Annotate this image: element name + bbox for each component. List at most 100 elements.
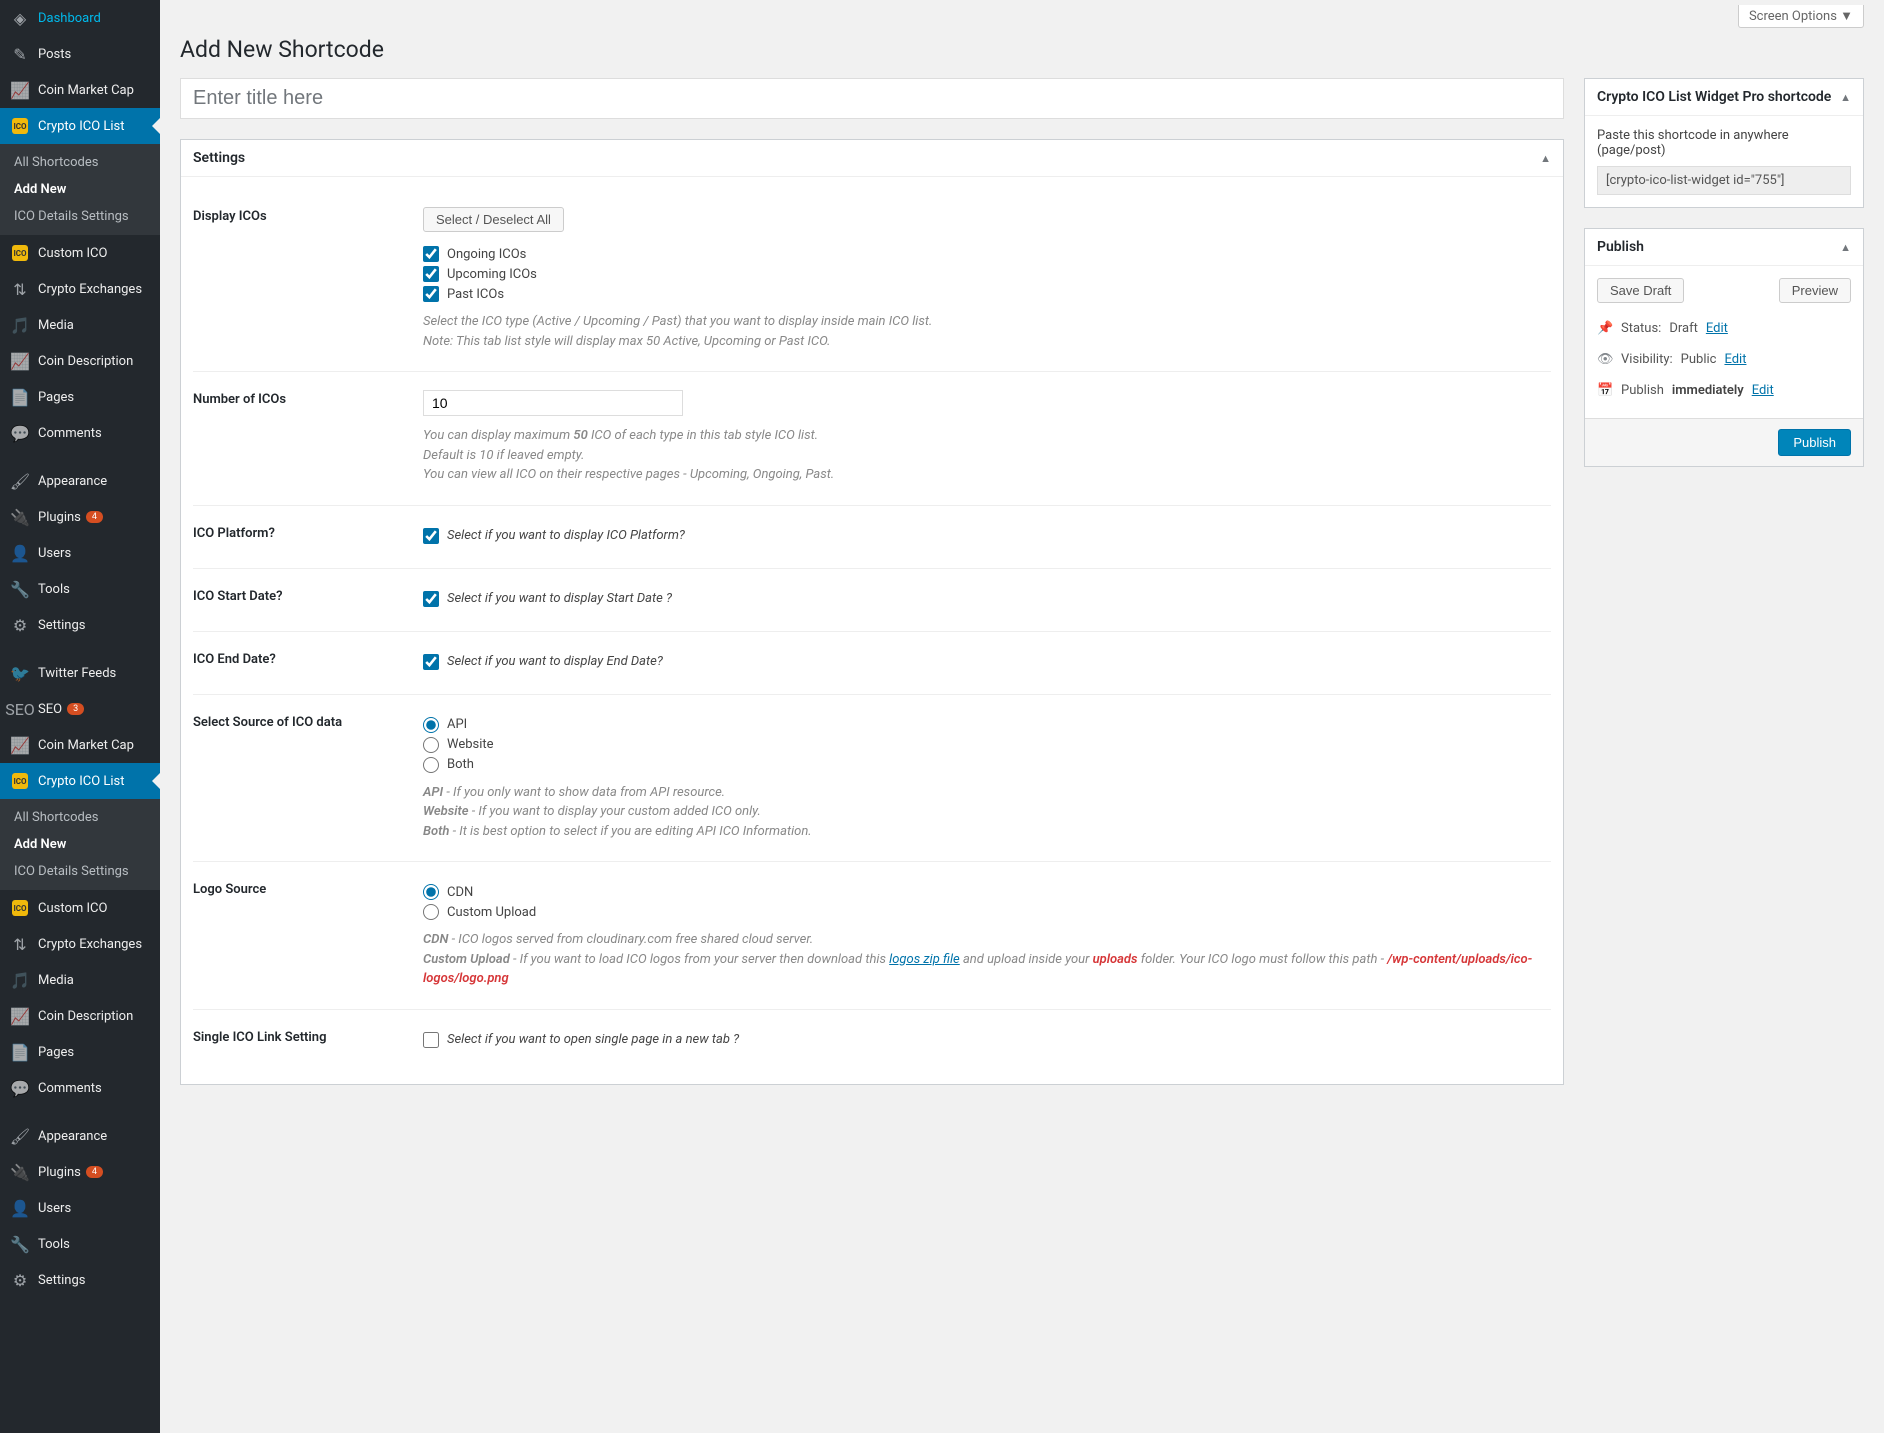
publish-label: Publish — [1621, 383, 1664, 398]
sidebar-subitem-ico-details-settings[interactable]: ICO Details Settings — [0, 858, 160, 885]
visibility-value: Public — [1681, 352, 1717, 367]
ico-end-date-checkbox[interactable] — [423, 654, 439, 670]
sidebar-item-users[interactable]: 👤Users — [0, 1190, 160, 1226]
sidebar-item-comments[interactable]: 💬Comments — [0, 1070, 160, 1106]
select-deselect-all-button[interactable]: Select / Deselect All — [423, 207, 564, 232]
publish-box-title: Publish — [1597, 239, 1644, 255]
sidebar-item-twitter-feeds[interactable]: 🐦Twitter Feeds — [0, 655, 160, 691]
radio-label[interactable]: API — [447, 717, 467, 732]
sidebar-item-crypto-exchanges[interactable]: ⇅Crypto Exchanges — [0, 271, 160, 307]
shortcode-display[interactable]: [crypto-ico-list-widget id="755"] — [1597, 166, 1851, 195]
sidebar-subitem-all-shortcodes[interactable]: All Shortcodes — [0, 804, 160, 831]
collapse-icon[interactable]: ▲ — [1540, 152, 1551, 165]
checkbox-hint[interactable]: Select if you want to display End Date? — [447, 654, 663, 669]
save-draft-button[interactable]: Save Draft — [1597, 278, 1684, 303]
upcoming-icos-checkbox[interactable] — [423, 266, 439, 282]
publish-button[interactable]: Publish — [1778, 429, 1851, 456]
checkbox-label[interactable]: Upcoming ICOs — [447, 267, 537, 282]
sidebar-item-media[interactable]: 🎵Media — [0, 307, 160, 343]
edit-visibility-link[interactable]: Edit — [1724, 352, 1746, 367]
radio-label[interactable]: Website — [447, 737, 494, 752]
sidebar-item-label: Settings — [38, 1273, 85, 1288]
page-icon: 📄 — [10, 387, 30, 407]
sidebar-item-label: Posts — [38, 47, 71, 62]
sidebar-item-coin-market-cap[interactable]: 📈Coin Market Cap — [0, 72, 160, 108]
sidebar-item-pages[interactable]: 📄Pages — [0, 379, 160, 415]
sidebar-item-coin-description[interactable]: 📈Coin Description — [0, 343, 160, 379]
sidebar-item-settings[interactable]: ⚙Settings — [0, 1262, 160, 1298]
sidebar-subitem-add-new[interactable]: Add New — [0, 176, 160, 203]
plugin-icon: 🔌 — [10, 507, 30, 527]
sidebar-item-comments[interactable]: 💬Comments — [0, 415, 160, 451]
sidebar-item-settings[interactable]: ⚙Settings — [0, 607, 160, 643]
sidebar-subitem-add-new[interactable]: Add New — [0, 831, 160, 858]
sidebar-item-label: Media — [38, 318, 74, 333]
sidebar-item-label: Dashboard — [38, 11, 101, 26]
sidebar-item-label: Users — [38, 1201, 71, 1216]
edit-status-link[interactable]: Edit — [1706, 321, 1728, 336]
logo-custom-upload-radio[interactable] — [423, 904, 439, 920]
logos-zip-link[interactable]: logos zip file — [889, 952, 960, 967]
ongoing-icos-checkbox[interactable] — [423, 246, 439, 262]
single-ico-link-checkbox[interactable] — [423, 1032, 439, 1048]
past-icos-checkbox[interactable] — [423, 286, 439, 302]
sidebar-item-tools[interactable]: 🔧Tools — [0, 1226, 160, 1262]
sidebar-subitem-ico-details-settings[interactable]: ICO Details Settings — [0, 203, 160, 230]
sidebar-item-plugins[interactable]: 🔌Plugins4 — [0, 499, 160, 535]
checkbox-hint[interactable]: Select if you want to display Start Date… — [447, 591, 672, 606]
collapse-icon[interactable]: ▲ — [1840, 241, 1851, 254]
collapse-icon[interactable]: ▲ — [1840, 91, 1851, 104]
status-value: Draft — [1669, 321, 1698, 336]
sidebar-item-posts[interactable]: ✎ Posts — [0, 36, 160, 72]
page-icon: 📄 — [10, 1042, 30, 1062]
number-of-icos-input[interactable] — [423, 390, 683, 416]
sidebar-item-appearance[interactable]: 🖌Appearance — [0, 463, 160, 499]
sidebar-item-dashboard[interactable]: ◈Dashboard — [0, 0, 160, 36]
checkbox-label[interactable]: Past ICOs — [447, 287, 504, 302]
ico-start-date-checkbox[interactable] — [423, 591, 439, 607]
ico-icon: ICO — [10, 243, 30, 263]
edit-publish-link[interactable]: Edit — [1752, 383, 1774, 398]
sidebar-item-users[interactable]: 👤Users — [0, 535, 160, 571]
source-both-radio[interactable] — [423, 757, 439, 773]
checkbox-label[interactable]: Ongoing ICOs — [447, 247, 526, 262]
sidebar-item-coin-market-cap[interactable]: 📈Coin Market Cap — [0, 727, 160, 763]
sidebar-item-tools[interactable]: 🔧Tools — [0, 571, 160, 607]
help-text: Select the ICO type (Active / Upcoming /… — [423, 312, 1551, 351]
radio-label[interactable]: CDN — [447, 885, 473, 900]
sidebar-item-seo[interactable]: SEOSEO3 — [0, 691, 160, 727]
sidebar-item-coin-description[interactable]: 📈Coin Description — [0, 998, 160, 1034]
sidebar-item-label: Coin Description — [38, 1009, 133, 1024]
sidebar-item-crypto-ico-list[interactable]: ICO Crypto ICO List — [0, 108, 160, 144]
visibility-label: Visibility: — [1621, 352, 1673, 367]
sidebar-item-pages[interactable]: 📄Pages — [0, 1034, 160, 1070]
source-website-radio[interactable] — [423, 737, 439, 753]
visibility-icon: 👁 — [1597, 352, 1613, 367]
radio-label[interactable]: Both — [447, 757, 474, 772]
field-label: Single ICO Link Setting — [193, 1009, 423, 1072]
sidebar-item-label: Crypto Exchanges — [38, 282, 142, 297]
sidebar-item-plugins[interactable]: 🔌Plugins4 — [0, 1154, 160, 1190]
help-text: You can display maximum 50 ICO of each t… — [423, 426, 1551, 485]
sidebar-item-custom-ico[interactable]: ICOCustom ICO — [0, 890, 160, 926]
ico-icon: ICO — [10, 771, 30, 791]
posts-icon: ✎ — [10, 44, 30, 64]
tools-icon: 🔧 — [10, 1234, 30, 1254]
sidebar-item-custom-ico[interactable]: ICOCustom ICO — [0, 235, 160, 271]
sidebar-subitem-all-shortcodes[interactable]: All Shortcodes — [0, 149, 160, 176]
radio-label[interactable]: Custom Upload — [447, 905, 536, 920]
source-api-radio[interactable] — [423, 717, 439, 733]
sidebar-item-label: Crypto Exchanges — [38, 937, 142, 952]
sidebar-item-media[interactable]: 🎵Media — [0, 962, 160, 998]
ico-platform-checkbox[interactable] — [423, 528, 439, 544]
sidebar-item-crypto-ico-list[interactable]: ICO Crypto ICO List — [0, 763, 160, 799]
title-input[interactable] — [180, 78, 1564, 119]
checkbox-hint[interactable]: Select if you want to display ICO Platfo… — [447, 528, 685, 543]
checkbox-hint[interactable]: Select if you want to open single page i… — [447, 1032, 739, 1047]
sidebar-item-crypto-exchanges[interactable]: ⇅Crypto Exchanges — [0, 926, 160, 962]
preview-button[interactable]: Preview — [1779, 278, 1851, 303]
chart-icon: 📈 — [10, 735, 30, 755]
logo-cdn-radio[interactable] — [423, 884, 439, 900]
screen-options-button[interactable]: Screen Options ▼ — [1738, 5, 1864, 28]
sidebar-item-appearance[interactable]: 🖌Appearance — [0, 1118, 160, 1154]
